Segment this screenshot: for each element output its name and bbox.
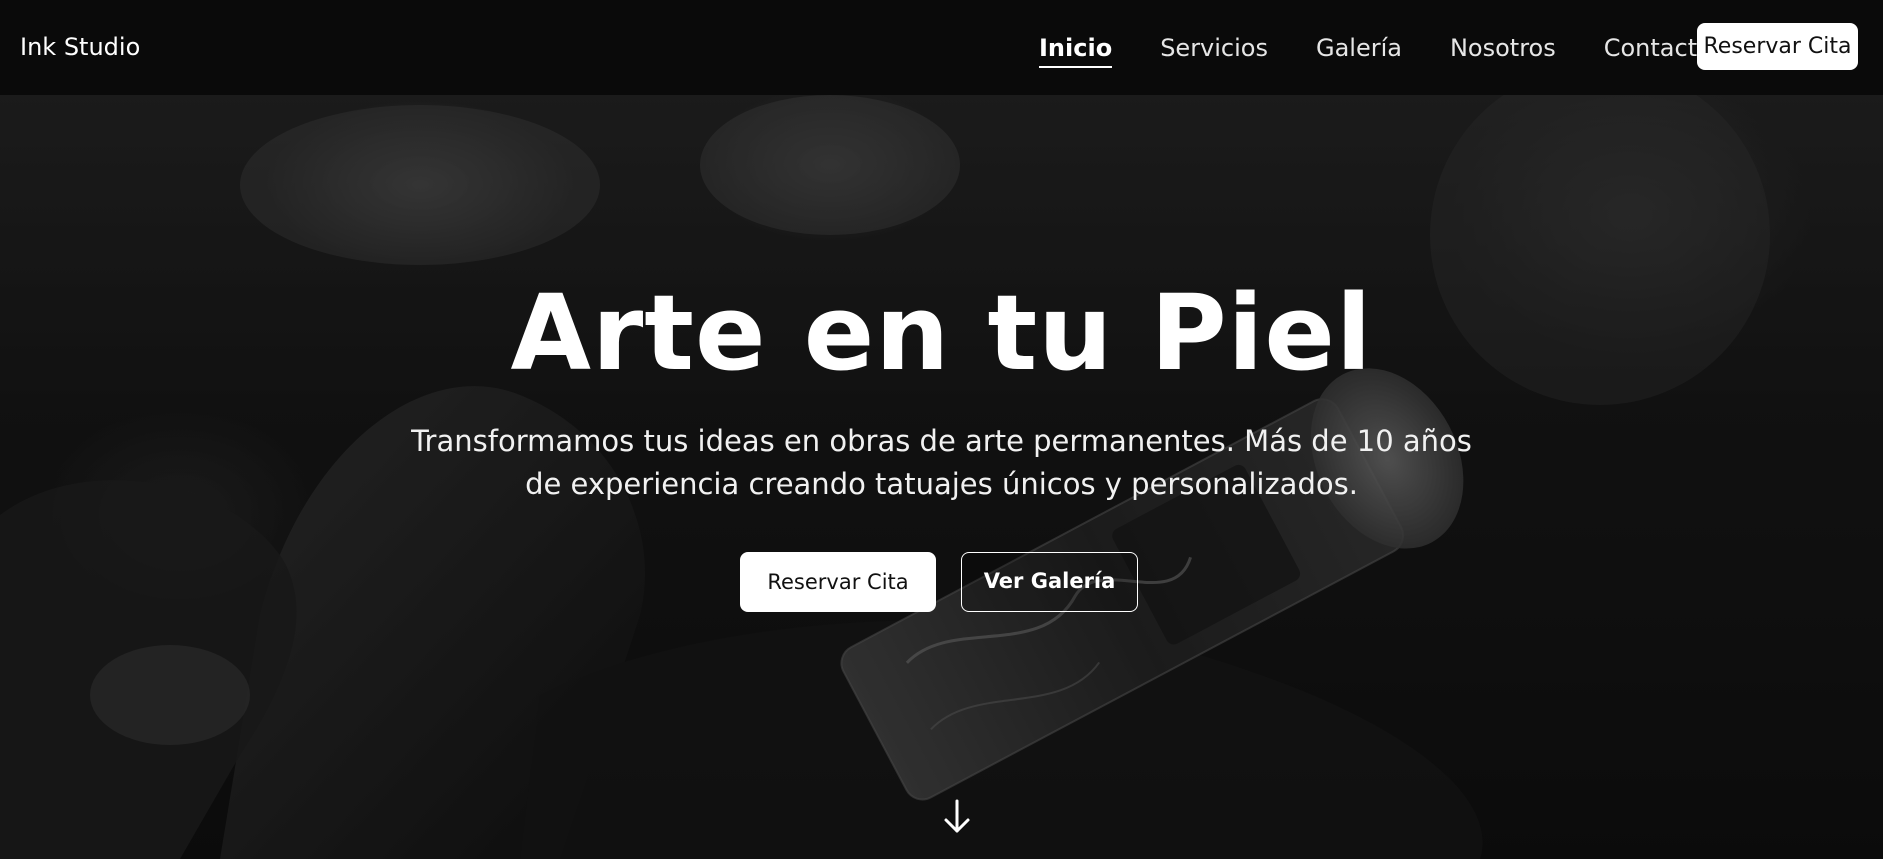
arrow-down-icon[interactable] xyxy=(941,797,973,837)
book-appointment-button[interactable]: Reservar Cita xyxy=(740,552,936,612)
main-nav: Inicio Servicios Galería Nosotros Contac… xyxy=(1039,28,1760,68)
nav-link-inicio[interactable]: Inicio xyxy=(1039,32,1113,68)
hero-section: Arte en tu Piel Transformamos tus ideas … xyxy=(0,95,1883,859)
page: Ink Studio Inicio Servicios Galería Noso… xyxy=(0,0,1883,859)
nav-link-nosotros[interactable]: Nosotros xyxy=(1450,32,1556,64)
nav-link-servicios[interactable]: Servicios xyxy=(1160,32,1268,64)
header-book-button[interactable]: Reservar Cita xyxy=(1697,23,1858,70)
site-header: Ink Studio Inicio Servicios Galería Noso… xyxy=(0,0,1883,95)
view-gallery-button[interactable]: Ver Galería xyxy=(961,552,1138,612)
hero-actions: Reservar Cita Ver Galería xyxy=(740,552,1138,612)
nav-link-galeria[interactable]: Galería xyxy=(1316,32,1402,64)
brand-logo[interactable]: Ink Studio xyxy=(20,31,140,63)
nav-link-contacto[interactable]: Contacto xyxy=(1604,32,1712,64)
hero-title: Arte en tu Piel xyxy=(510,272,1373,394)
hero-subtitle: Transformamos tus ideas en obras de arte… xyxy=(411,424,1472,501)
